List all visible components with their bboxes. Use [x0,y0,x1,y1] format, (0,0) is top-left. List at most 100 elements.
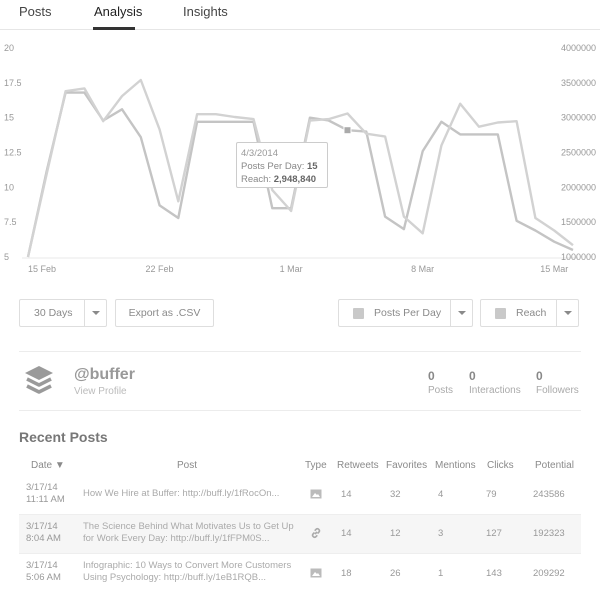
y-right-tick-label: 3500000 [561,78,596,88]
y-left-tick-label: 15 [4,113,14,123]
row-potential: 243586 [533,489,565,500]
y-left-tick-label: 12.5 [4,148,22,158]
x-tick-label: 15 Mar [540,264,568,274]
link-icon [311,528,321,538]
row-date: 3/17/14 [26,560,58,571]
header-date[interactable]: Date ▼ [31,460,65,471]
divider [19,351,581,352]
row-favorites: 26 [390,568,401,579]
series-color-swatch [353,307,364,319]
metric-right-label: Reach [516,307,547,319]
header-clicks: Clicks [487,460,514,471]
profile-handle: @buffer [74,366,135,383]
table-row[interactable]: 3/17/14 5:06 AM Infographic: 10 Ways to … [19,554,581,592]
metric-right-caret-button[interactable] [556,300,578,326]
stat-posts-label: Posts [428,385,454,396]
y-left-tick-label: 7.5 [4,217,17,227]
y-right-tick-label: 4000000 [561,43,596,53]
tooltip-posts-value: 15 [307,161,318,172]
row-mentions: 4 [438,489,444,500]
row-mentions: 3 [438,528,444,539]
tooltip-reach: Reach: 2,948,840 [241,173,323,186]
header-favorites: Favorites [386,460,428,471]
tooltip-posts-label: Posts Per Day: [241,161,305,172]
y-right-tick-label: 1000000 [561,252,596,262]
recent-posts-title: Recent Posts [19,429,108,445]
row-favorites: 12 [390,528,401,539]
row-time: 5:06 AM [26,572,61,583]
row-time: 11:11 AM [26,494,65,505]
export-label: Export as .CSV [128,307,201,319]
divider [19,410,581,411]
row-retweets: 14 [341,528,352,539]
row-post-line2[interactable]: Using Psychology: http://buff.ly/1eB1RQB… [83,572,266,584]
row-favorites: 32 [390,489,401,500]
row-potential: 209292 [533,568,565,579]
tooltip-date: 4/3/2014 [241,148,278,159]
row-potential: 192323 [533,528,565,539]
header-type: Type [305,460,327,471]
y-left-tick-label: 10 [4,182,14,192]
range-caret-button[interactable] [84,300,106,326]
row-retweets: 14 [341,489,352,500]
row-post-line1[interactable]: How We Hire at Buffer: http://buff.ly/1f… [83,488,279,500]
header-mentions: Mentions [435,460,476,471]
header-post: Post [177,460,198,471]
chevron-down-icon [457,311,466,315]
series-color-swatch [495,307,506,319]
stat-posts-value: 0 [428,369,435,383]
stat-interactions-label: Interactions [469,385,521,396]
chevron-down-icon [91,311,100,315]
image-icon [310,489,322,499]
hover-point-marker [343,126,352,135]
y-right-tick-label: 2500000 [561,148,596,158]
row-post-line2[interactable]: for Work Every Day: http://buff.ly/1fFPM… [83,533,270,545]
y-left-tick-label: 5 [4,252,9,262]
x-tick-label: 22 Feb [146,264,174,274]
chevron-down-icon [563,311,572,315]
view-profile-link[interactable]: View Profile [74,386,127,397]
table-row[interactable]: 3/17/14 8:04 AM The Science Behind What … [19,515,581,553]
row-date: 3/17/14 [26,482,58,493]
export-csv-button[interactable]: Export as .CSV [115,299,214,327]
row-mentions: 1 [438,568,444,579]
image-icon [310,568,322,578]
tooltip-posts: Posts Per Day: 15 [241,160,323,173]
range-dropdown[interactable]: 30 Days [19,299,107,327]
y-right-tick-label: 1500000 [561,217,596,227]
chart-tooltip: 4/3/2014 Posts Per Day: 15 Reach: 2,948,… [236,142,328,188]
metric-left-label: Posts Per Day [374,307,442,319]
tooltip-reach-label: Reach: [241,174,272,185]
tab-bar: Posts Analysis Insights [0,0,600,30]
metric-left-caret-button[interactable] [450,300,472,326]
table-row[interactable]: 3/17/14 11:11 AM How We Hire at Buffer: … [19,476,581,514]
y-right-tick-label: 2000000 [561,182,596,192]
row-clicks: 127 [486,528,502,539]
y-left-tick-label: 20 [4,43,14,53]
tab-analysis[interactable]: Analysis [94,4,142,19]
x-tick-label: 8 Mar [411,264,434,274]
y-right-tick-label: 3000000 [561,113,596,123]
metric-right-dropdown[interactable]: Reach [480,299,579,327]
row-clicks: 143 [486,568,502,579]
analysis-chart[interactable]: 20 17.5 15 12.5 10 7.5 5 4000000 3500000 3000000 2… [0,30,600,280]
row-post-line1[interactable]: Infographic: 10 Ways to Convert More Cus… [83,560,291,572]
row-clicks: 79 [486,489,497,500]
tab-insights[interactable]: Insights [183,4,228,19]
range-label: 30 Days [34,307,73,319]
y-left-tick-label: 17.5 [4,78,22,88]
row-date: 3/17/14 [26,521,58,532]
row-retweets: 18 [341,568,352,579]
x-tick-label: 1 Mar [280,264,303,274]
tab-posts[interactable]: Posts [19,4,52,19]
row-post-line1[interactable]: The Science Behind What Motivates Us to … [83,521,294,533]
metric-left-dropdown[interactable]: Posts Per Day [338,299,473,327]
header-potential: Potential [535,460,574,471]
stat-followers-value: 0 [536,369,543,383]
tooltip-reach-value: 2,948,840 [273,174,317,185]
x-tick-label: 15 Feb [28,264,56,274]
layers-icon [25,366,53,394]
header-retweets: Retweets [337,460,379,471]
stat-followers-label: Followers [536,385,579,396]
stat-interactions-value: 0 [469,369,476,383]
